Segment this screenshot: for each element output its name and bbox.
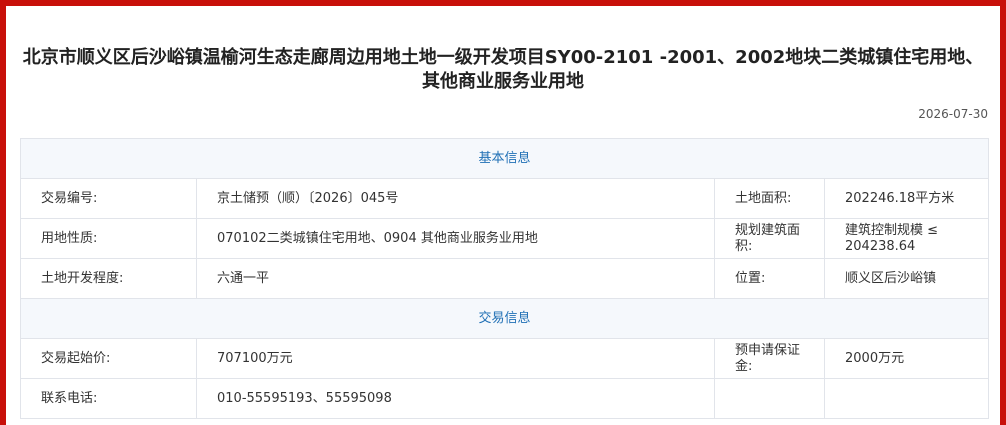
section-basic-title: 基本信息 bbox=[19, 138, 990, 179]
page-title: 北京市顺义区后沙峪镇温榆河生态走廊周边用地土地一级开发项目SY00-2101 -… bbox=[22, 47, 984, 92]
land-area-value: 202246.18平方米 bbox=[823, 178, 990, 219]
deposit-value: 2000万元 bbox=[823, 338, 990, 379]
location-value: 顺义区后沙峪镇 bbox=[823, 258, 990, 299]
dev-level-label: 土地开发程度: bbox=[20, 258, 197, 299]
empty-cell bbox=[823, 378, 990, 419]
land-use-label: 用地性质: bbox=[20, 218, 197, 259]
planned-area-value: 建筑控制规模 ≤ 204238.64 bbox=[823, 218, 990, 259]
land-use-value: 070102二类城镇住宅用地、0904 其他商业服务业用地 bbox=[196, 218, 715, 259]
section-trade-row: 交易信息 bbox=[19, 298, 990, 339]
trade-no-label: 交易编号: bbox=[20, 178, 197, 219]
location-label: 位置: bbox=[714, 258, 825, 299]
info-table: 基本信息 交易编号: 京土储预（顺）〔2026〕045号 土地面积: 20224… bbox=[19, 138, 990, 419]
phone-label: 联系电话: bbox=[20, 378, 197, 419]
table-row: 土地开发程度: 六通一平 位置: 顺义区后沙峪镇 bbox=[20, 258, 990, 299]
land-area-label: 土地面积: bbox=[714, 178, 825, 219]
trade-no-value: 京土储预（顺）〔2026〕045号 bbox=[196, 178, 715, 219]
empty-cell bbox=[714, 378, 825, 419]
planned-area-label: 规划建筑面积: bbox=[714, 218, 825, 259]
dev-level-value: 六通一平 bbox=[196, 258, 715, 299]
table-row: 联系电话: 010-55595193、55595098 bbox=[20, 378, 990, 419]
section-trade-title: 交易信息 bbox=[19, 298, 990, 339]
deposit-label: 预申请保证金: bbox=[714, 338, 825, 379]
table-row: 交易起始价: 707100万元 预申请保证金: 2000万元 bbox=[20, 338, 990, 379]
table-row: 交易编号: 京土储预（顺）〔2026〕045号 土地面积: 202246.18平… bbox=[20, 178, 990, 219]
publish-date: 2026-07-30 bbox=[918, 107, 988, 121]
table-row: 用地性质: 070102二类城镇住宅用地、0904 其他商业服务业用地 规划建筑… bbox=[20, 218, 990, 259]
page-frame: 北京市顺义区后沙峪镇温榆河生态走廊周边用地土地一级开发项目SY00-2101 -… bbox=[0, 0, 1006, 425]
section-basic-row: 基本信息 bbox=[19, 138, 990, 179]
start-price-label: 交易起始价: bbox=[20, 338, 197, 379]
phone-value: 010-55595193、55595098 bbox=[196, 378, 715, 419]
start-price-value: 707100万元 bbox=[196, 338, 715, 379]
